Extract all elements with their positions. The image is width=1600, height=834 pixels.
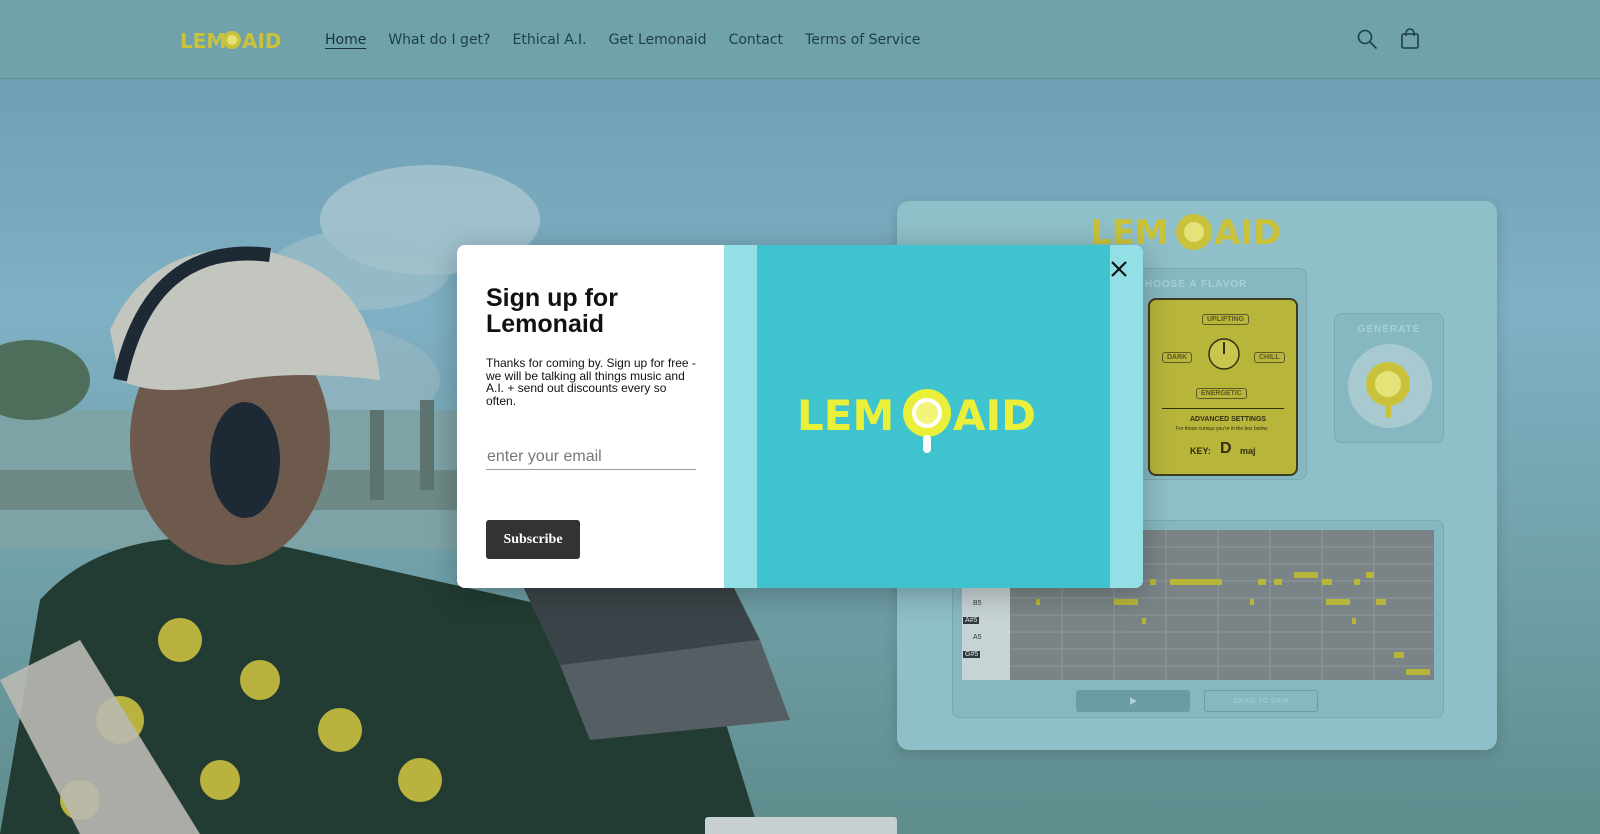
modal-description: Thanks for coming by. Sign up for free -… <box>486 356 696 408</box>
flavor-dial-icon[interactable] <box>1206 336 1242 372</box>
nav-home[interactable]: Home <box>320 28 371 52</box>
nav-ethical-ai[interactable]: Ethical A.I. <box>507 28 591 52</box>
signup-modal: Sign up for Lemonaid Thanks for coming b… <box>457 245 1143 588</box>
main-nav: Home What do I get? Ethical A.I. Get Lem… <box>314 0 931 79</box>
nav-get-lemonaid[interactable]: Get Lemonaid <box>604 28 712 52</box>
flavor-energetic[interactable]: ENERGETIC <box>1196 388 1247 399</box>
nav-terms-of-service[interactable]: Terms of Service <box>800 28 925 52</box>
flavor-uplifting[interactable]: UPLIFTING <box>1202 314 1249 325</box>
piano-key-as5: A#5 <box>963 617 980 624</box>
key-mode[interactable]: maj <box>1240 446 1256 456</box>
advanced-settings-label[interactable]: ADVANCED SETTINGS <box>1190 416 1266 423</box>
generate-lemon-icon[interactable] <box>1346 342 1434 430</box>
key-label: KEY: <box>1190 446 1211 456</box>
flavor-selector[interactable]: UPLIFTING DARK CHILL ENERGETIC ADVANCED … <box>1148 298 1298 476</box>
generate-box: GENERATE <box>1334 313 1444 443</box>
lemonaid-logo[interactable]: LEM AID <box>180 22 288 56</box>
email-field[interactable] <box>486 444 696 470</box>
svg-text:LEM: LEM <box>797 391 894 440</box>
site-header: LEM AID Home What do I get? Ethical A.I.… <box>0 0 1600 79</box>
scroll-tab[interactable] <box>705 817 897 834</box>
modal-brand-image: LEM AID <box>757 245 1110 588</box>
cart-icon[interactable] <box>1398 27 1422 51</box>
modal-title: Sign up for Lemonaid <box>486 284 618 338</box>
key-value[interactable]: D <box>1220 440 1232 458</box>
generate-title: GENERATE <box>1357 324 1421 335</box>
subscribe-button[interactable]: Subscribe <box>486 520 580 559</box>
play-icon <box>1130 697 1137 705</box>
svg-text:LEM: LEM <box>180 29 226 53</box>
modal-lemonaid-logo: LEM AID <box>797 389 1036 453</box>
nav-contact[interactable]: Contact <box>724 28 788 52</box>
svg-text:AID: AID <box>242 29 282 53</box>
advanced-settings-sub: For those curious you're in the box belo… <box>1176 426 1269 432</box>
close-icon[interactable] <box>1106 256 1132 282</box>
nav-what-do-i-get[interactable]: What do I get? <box>383 28 495 52</box>
svg-text:AID: AID <box>1214 213 1281 253</box>
flavor-dark[interactable]: DARK <box>1162 352 1193 363</box>
drag-to-daw-button[interactable]: DRAG TO DAW <box>1204 690 1318 712</box>
piano-key-b5: B5 <box>973 600 982 607</box>
flavor-chill[interactable]: CHILL <box>1254 352 1285 363</box>
play-button[interactable] <box>1076 690 1190 712</box>
piano-key-gs5: G#5 <box>963 651 981 658</box>
svg-text:AID: AID <box>953 391 1036 440</box>
piano-key-a5: A5 <box>973 634 982 641</box>
search-icon[interactable] <box>1355 27 1379 51</box>
modal-image-panel: LEM AID <box>724 245 1143 588</box>
